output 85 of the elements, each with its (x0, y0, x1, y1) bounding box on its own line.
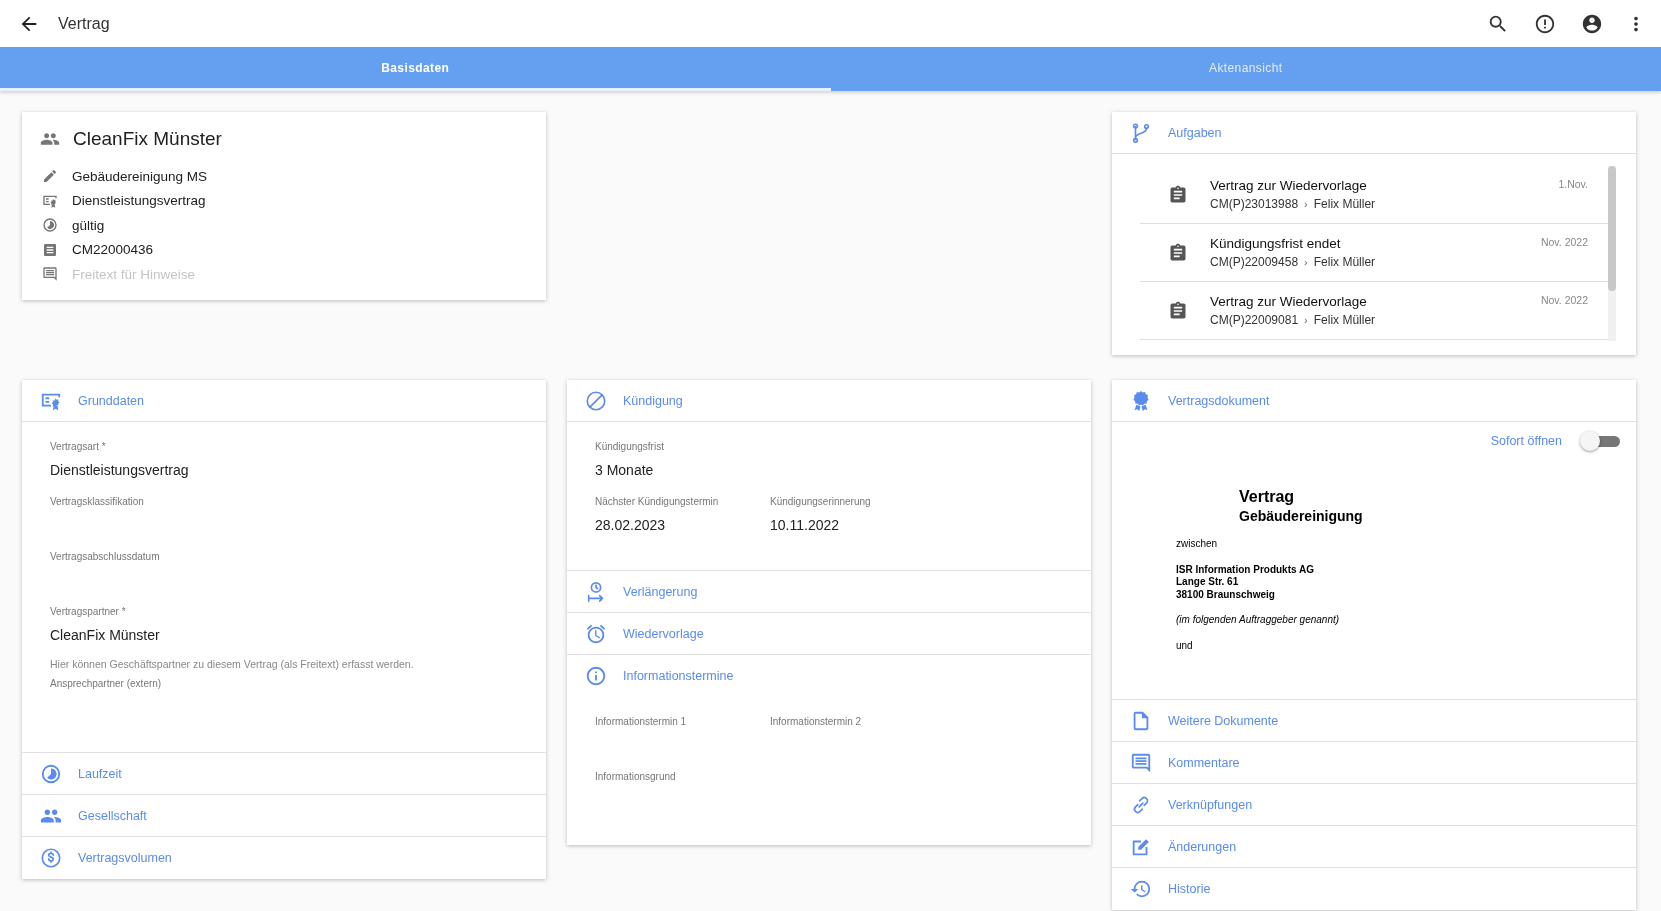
comment-icon (1130, 751, 1152, 774)
task-item[interactable]: Vertrag zur Wiedervorlage CM(P)22009081 › Felix Müller Nov. 2022 (1140, 282, 1608, 340)
task-item[interactable]: Kündigungsfrist endet CM(P)22009458 › Felix Müller Nov. 2022 (1140, 224, 1608, 282)
task-title: Vertrag zur Wiedervorlage (1210, 294, 1368, 309)
panel-title[interactable]: Kommentare (1168, 755, 1240, 770)
chevron-text: › (1304, 198, 1308, 210)
tab[interactable]: Basisdaten (0, 47, 831, 91)
task-reference: CM(P)22009458 (1210, 255, 1299, 269)
field-label: Ansprechpartner (extern) (50, 677, 163, 691)
pencil-icon (42, 168, 58, 185)
field-label: Nächster Kündigungstermin (595, 495, 720, 509)
clipboard-icon (1168, 184, 1188, 205)
task-date: Nov. 2022 (1540, 236, 1588, 248)
task-item[interactable]: Vertrag zur Wiedervorlage CM(P)23013988 › Felix Müller 1.Nov. (1140, 166, 1608, 224)
task-assignee: Felix Müller (1313, 313, 1376, 327)
panel-title[interactable]: Änderungen (1168, 839, 1237, 854)
panel-title[interactable]: Verknüpfungen (1168, 797, 1253, 812)
field-label: Informationsgrund (595, 770, 677, 784)
summary-value: CM22000436 (72, 242, 154, 258)
field-value[interactable]: 28.02.2023 (595, 513, 770, 537)
panel-title[interactable]: Kündigung (623, 393, 683, 408)
tab[interactable]: Aktenansicht (830, 47, 1661, 91)
field-label: Informationstermin 2 (770, 715, 863, 729)
panel-title[interactable]: Wiedervorlage (623, 626, 704, 641)
field-hint: Hier können Geschäftspartner zu diesem Vertrag (als Freitext) erfasst werden. (50, 657, 415, 671)
summary-value: Dienstleistungsvertrag (72, 193, 206, 209)
notes-field[interactable]: Freitext für Hinweise (72, 266, 372, 282)
panel-title[interactable]: Informationstermine (623, 669, 734, 683)
task-assignee: Felix Müller (1313, 255, 1376, 269)
branch-icon (1130, 121, 1152, 144)
chevron-text: › (1304, 314, 1308, 326)
toggle-switch[interactable] (1580, 430, 1620, 452)
document-text: ISR Information Produkts AG (1176, 563, 1314, 576)
article-icon (42, 241, 58, 258)
document-title: Vertrag (1239, 488, 1296, 506)
panel-title[interactable]: Laufzeit (78, 766, 122, 781)
toggle-label: Sofort öffnen (1490, 434, 1562, 448)
summary-value: gültig (72, 217, 105, 233)
account-icon[interactable] (1581, 12, 1603, 35)
partner-name: CleanFix Münster (73, 128, 222, 150)
document-subtitle: Gebäudereinigung (1239, 508, 1364, 524)
panel-title[interactable]: Aufgaben (1168, 125, 1222, 140)
award-icon (1130, 389, 1152, 412)
field-label: Kündigungserinnerung (770, 495, 872, 509)
field-value[interactable]: Dienstleistungsvertrag (50, 458, 510, 482)
task-title: Vertrag zur Wiedervorlage (1210, 178, 1368, 193)
panel-title[interactable]: Weitere Dokumente (1168, 713, 1279, 728)
field-label: Kündigungsfrist (595, 440, 665, 454)
document-text: und (1176, 639, 1193, 652)
task-date: 1.Nov. (1558, 178, 1588, 190)
field-label: Informationstermin 1 (595, 715, 688, 729)
task-reference: CM(P)23013988 (1210, 197, 1299, 211)
field-label: Vertragsart * (50, 440, 107, 454)
document-text: zwischen (1176, 538, 1218, 551)
document-text: Lange Str. 61 (1176, 576, 1239, 589)
field-label: Vertragspartner * (50, 605, 127, 619)
scrollbar[interactable] (1608, 166, 1616, 341)
panel-title[interactable]: Vertragsvolumen (78, 851, 172, 865)
summary-value: Gebäudereinigung MS (72, 168, 208, 184)
panel-title[interactable]: Gesellschaft (78, 808, 147, 823)
document-text: (im folgenden Auftraggeber genannt) (1176, 614, 1340, 627)
document-text: 38100 Braunschweig (1176, 588, 1275, 601)
field-label: Vertragsklassifikation (50, 495, 145, 509)
field-value[interactable]: 3 Monate (595, 458, 1055, 482)
clipboard-icon (1168, 300, 1188, 321)
page-title: Vertrag (58, 14, 110, 33)
field-label: Vertragsabschlussdatum (50, 550, 161, 564)
panel-title[interactable]: Vertragsdokument (1168, 393, 1270, 408)
panel-title[interactable]: Grunddaten (78, 393, 145, 408)
prohibited-icon (585, 389, 607, 412)
clipboard-icon (1168, 242, 1188, 263)
task-assignee: Felix Müller (1313, 197, 1376, 211)
field-value[interactable]: CleanFix Münster (50, 623, 510, 647)
alarm-clock-icon (585, 622, 607, 645)
chevron-text: › (1304, 256, 1308, 268)
task-title: Kündigungsfrist endet (1210, 236, 1342, 251)
panel-title[interactable]: Verlängerung (623, 584, 698, 599)
dollar-circle-icon (40, 847, 62, 869)
task-reference: CM(P)22009081 (1210, 313, 1299, 327)
history-icon (1130, 878, 1152, 900)
field-value[interactable]: 10.11.2022 (770, 513, 945, 537)
task-date: Nov. 2022 (1540, 294, 1588, 306)
info-icon (585, 665, 607, 687)
comment-icon (42, 266, 58, 283)
panel-title[interactable]: Historie (1168, 882, 1211, 896)
